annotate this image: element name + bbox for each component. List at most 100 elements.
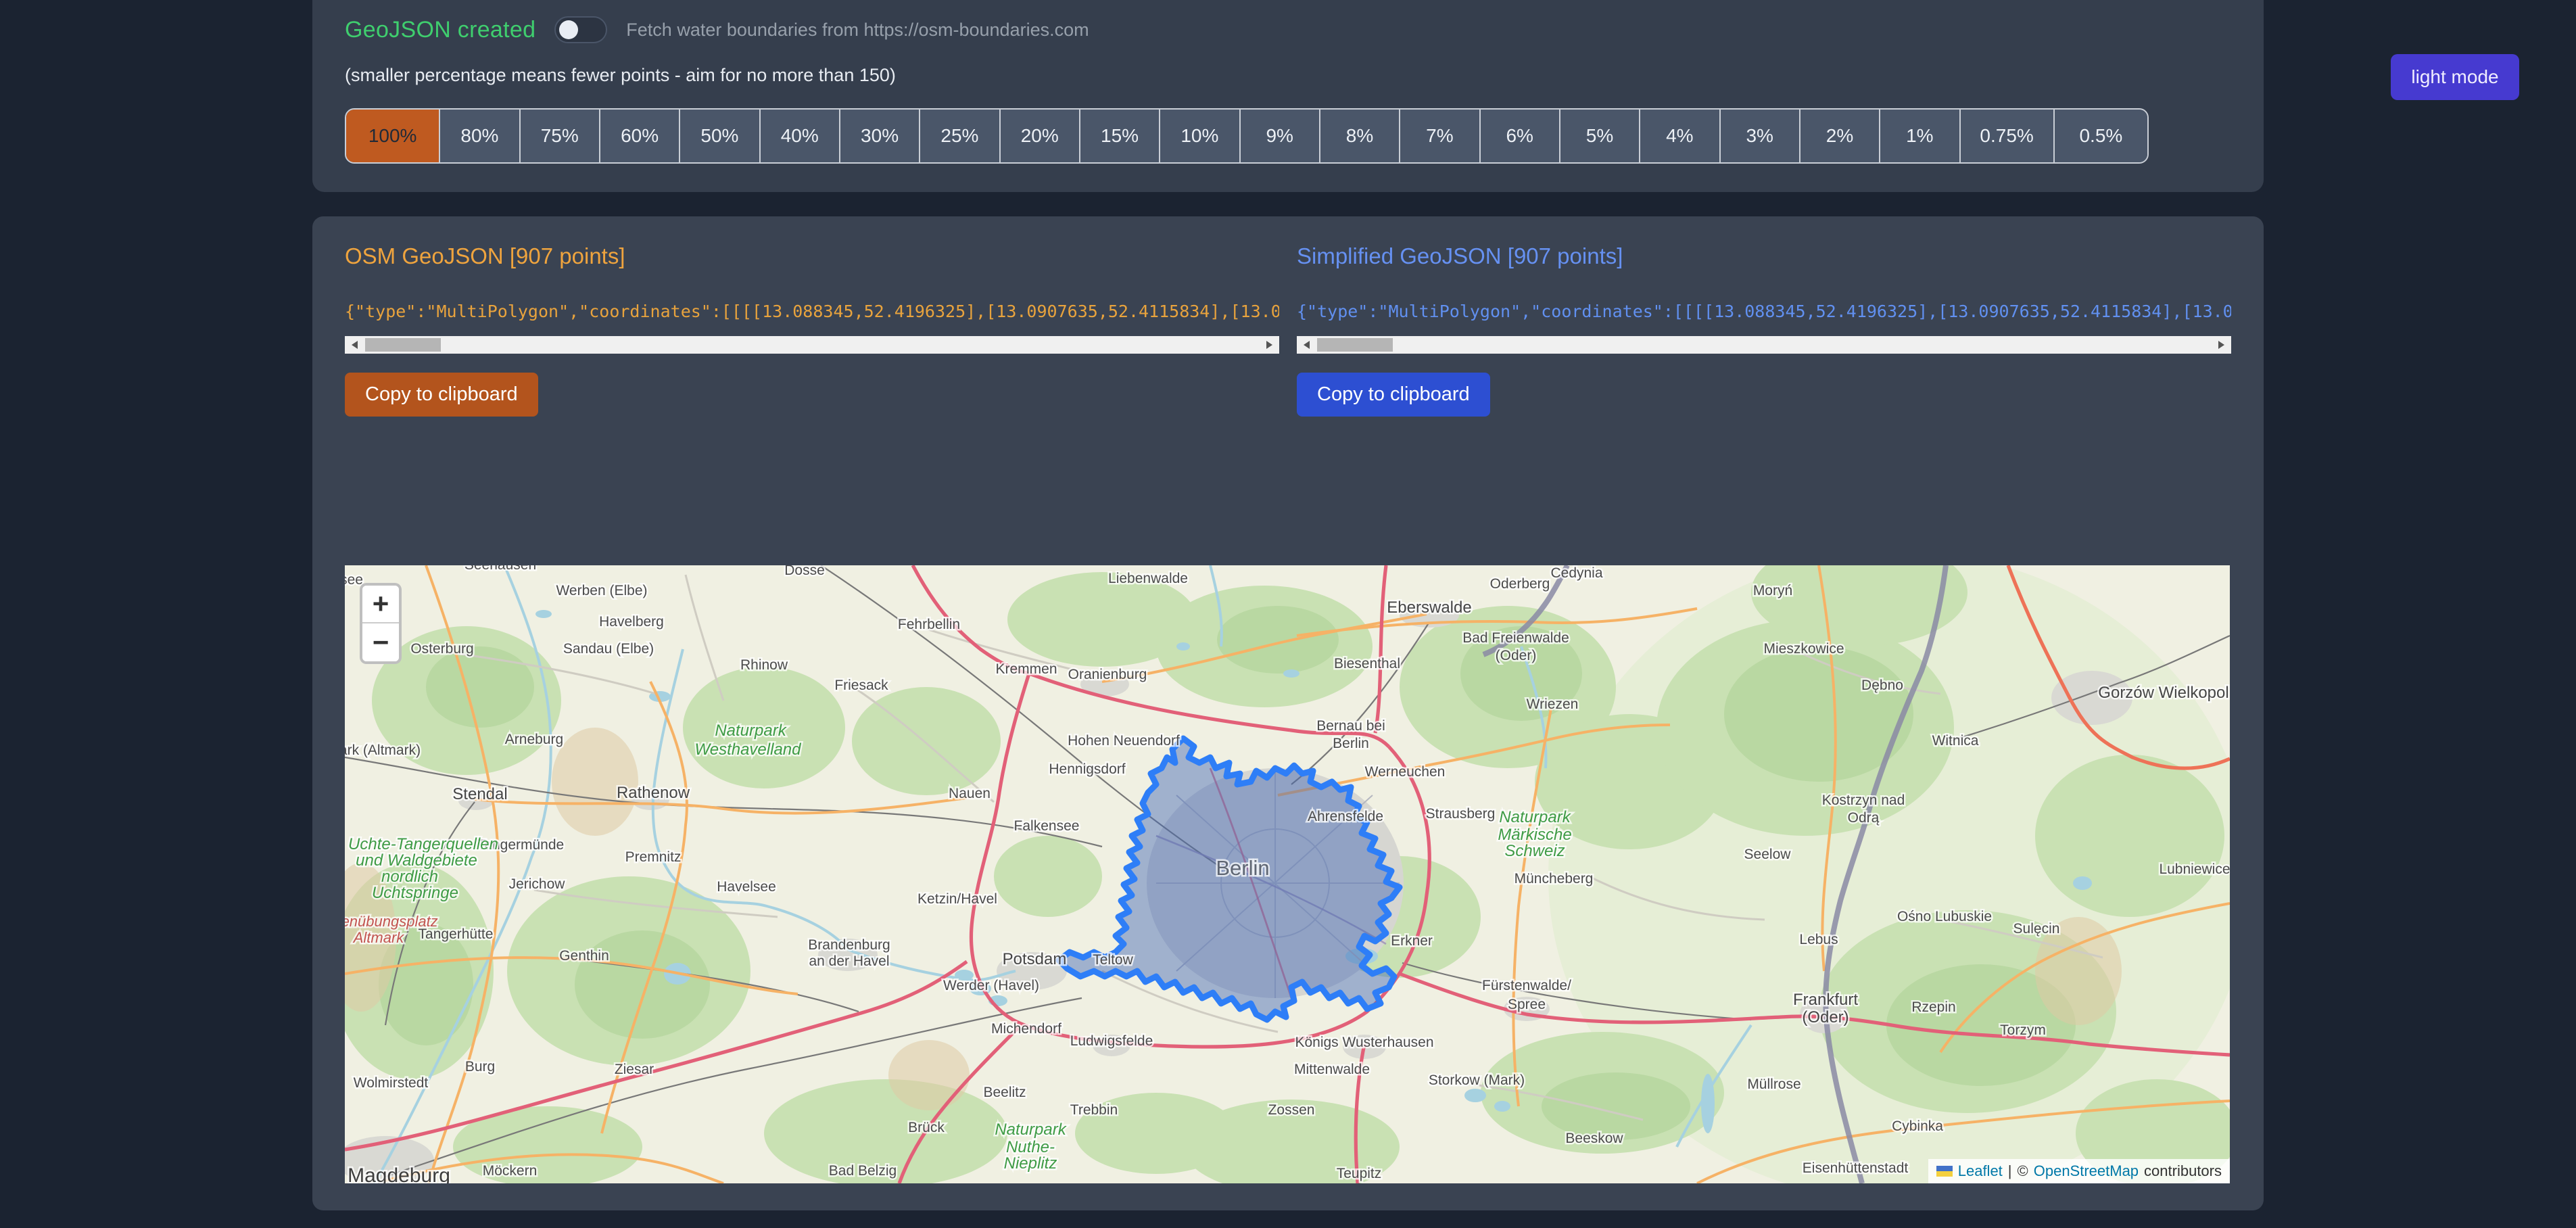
percent-option-6[interactable]: 6%: [1481, 110, 1560, 162]
svg-text:Tangerhütte: Tangerhütte: [419, 926, 494, 942]
percent-option-1[interactable]: 1%: [1880, 110, 1960, 162]
svg-text:Naturpark: Naturpark: [995, 1120, 1067, 1139]
leaflet-link[interactable]: Leaflet: [1958, 1162, 2003, 1180]
attribution-separator: |: [2008, 1162, 2012, 1180]
svg-text:Fürstenwalde/: Fürstenwalde/: [1482, 978, 1571, 993]
svg-text:Märkische: Märkische: [1498, 826, 1571, 844]
simplified-json-scrollbar[interactable]: [1297, 336, 2231, 354]
svg-text:Bad Belzig: Bad Belzig: [829, 1163, 897, 1179]
percent-option-9[interactable]: 9%: [1241, 110, 1320, 162]
settings-card: GeoJSON created Fetch water boundaries f…: [312, 0, 2264, 192]
percent-option-10[interactable]: 10%: [1160, 110, 1240, 162]
svg-text:Kremmen: Kremmen: [995, 661, 1057, 677]
percent-option-15[interactable]: 15%: [1080, 110, 1160, 162]
percent-option-7[interactable]: 7%: [1400, 110, 1480, 162]
svg-text:Möckern: Möckern: [483, 1163, 538, 1179]
svg-text:Ośno Lubuskie: Ośno Lubuskie: [1897, 909, 1992, 924]
svg-text:Michendorf: Michendorf: [991, 1021, 1062, 1037]
svg-text:Schweiz: Schweiz: [1504, 842, 1565, 860]
percent-option-3[interactable]: 3%: [1721, 110, 1800, 162]
svg-text:an der Havel: an der Havel: [809, 953, 889, 969]
svg-text:Werder (Havel): Werder (Havel): [943, 978, 1039, 993]
openstreetmap-link[interactable]: OpenStreetMap: [2034, 1162, 2139, 1180]
percent-option-75[interactable]: 75%: [521, 110, 600, 162]
svg-text:Havelberg: Havelberg: [599, 614, 664, 630]
svg-text:Rhinow: Rhinow: [740, 657, 788, 673]
svg-text:Witnica: Witnica: [1932, 733, 1979, 749]
simplified-geojson-title: Simplified GeoJSON [907 points]: [1297, 243, 2231, 269]
contributors-text: contributors: [2144, 1162, 2222, 1180]
percent-option-0_75[interactable]: 0.75%: [1961, 110, 2055, 162]
percent-option-2[interactable]: 2%: [1800, 110, 1880, 162]
zoom-in-button[interactable]: +: [362, 586, 399, 623]
svg-text:Dębno: Dębno: [1861, 678, 1903, 693]
osm-geojson-text: {"type":"MultiPolygon","coordinates":[[[…: [345, 302, 1279, 321]
light-mode-button[interactable]: light mode: [2391, 54, 2519, 100]
scroll-right-arrow-icon[interactable]: [2212, 336, 2230, 354]
svg-text:Genthin: Genthin: [559, 948, 609, 964]
percent-option-20[interactable]: 20%: [1001, 110, 1080, 162]
svg-text:Wriezen: Wriezen: [1527, 696, 1579, 712]
scrollbar-thumb[interactable]: [365, 338, 441, 352]
svg-text:Sulęcin: Sulęcin: [2013, 921, 2060, 937]
scrollbar-thumb[interactable]: [1317, 338, 1393, 352]
svg-text:Cedynia: Cedynia: [1550, 565, 1602, 581]
scroll-left-arrow-icon[interactable]: [1298, 336, 1316, 354]
svg-text:Brandenburg: Brandenburg: [808, 937, 890, 953]
percent-option-8[interactable]: 8%: [1320, 110, 1400, 162]
water-boundaries-toggle-label: Fetch water boundaries from https://osm-…: [626, 20, 1089, 41]
percent-option-60[interactable]: 60%: [600, 110, 680, 162]
svg-text:Beeskow: Beeskow: [1565, 1131, 1623, 1146]
percent-option-50[interactable]: 50%: [680, 110, 760, 162]
svg-text:Strausberg: Strausberg: [1426, 806, 1496, 822]
svg-text:Naturpark: Naturpark: [1499, 808, 1571, 826]
svg-text:Stendal: Stendal: [452, 785, 507, 803]
svg-text:Brück: Brück: [908, 1120, 945, 1135]
leaflet-map[interactable]: seeSeehausenDosseWerben (Elbe)HavelbergO…: [345, 565, 2230, 1183]
svg-text:Potsdam: Potsdam: [1003, 950, 1067, 968]
svg-text:Magdeburg: Magdeburg: [348, 1164, 450, 1183]
svg-text:Cybinka: Cybinka: [1892, 1118, 1943, 1134]
svg-text:Oderberg: Oderberg: [1490, 576, 1550, 592]
percent-option-40[interactable]: 40%: [761, 110, 840, 162]
percent-option-25[interactable]: 25%: [920, 110, 1000, 162]
svg-text:(Oder): (Oder): [1496, 648, 1537, 663]
svg-text:Trebbin: Trebbin: [1070, 1102, 1118, 1118]
simplified-geojson-panel: Simplified GeoJSON [907 points] {"type":…: [1297, 243, 2231, 417]
svg-text:Torzym: Torzym: [2000, 1022, 2046, 1038]
percent-option-100[interactable]: 100%: [346, 110, 440, 162]
scroll-left-arrow-icon[interactable]: [346, 336, 364, 354]
percent-option-5[interactable]: 5%: [1560, 110, 1640, 162]
svg-text:Spree: Spree: [1508, 997, 1546, 1012]
svg-text:ark (Altmark): ark (Altmark): [345, 742, 421, 758]
svg-text:Westhavelland: Westhavelland: [695, 740, 802, 759]
percent-option-0_5[interactable]: 0.5%: [2055, 110, 2147, 162]
svg-text:Beelitz: Beelitz: [983, 1085, 1026, 1100]
percent-option-4[interactable]: 4%: [1640, 110, 1720, 162]
svg-text:Müllrose: Müllrose: [1747, 1077, 1800, 1092]
svg-text:Odrą: Odrą: [1848, 810, 1880, 826]
osm-json-scrollbar[interactable]: [345, 336, 1279, 354]
svg-text:Falkensee: Falkensee: [1014, 818, 1080, 834]
copy-osm-geojson-button[interactable]: Copy to clipboard: [345, 373, 538, 417]
svg-text:Eisenhüttenstadt: Eisenhüttenstadt: [1803, 1160, 1909, 1176]
map-zoom-control: + −: [360, 583, 402, 664]
svg-text:Lubniewice: Lubniewice: [2159, 861, 2230, 877]
copy-simplified-geojson-button[interactable]: Copy to clipboard: [1297, 373, 1490, 417]
svg-text:Müncheberg: Müncheberg: [1514, 871, 1594, 887]
percent-option-30[interactable]: 30%: [840, 110, 920, 162]
copyright-symbol: ©: [2018, 1162, 2028, 1180]
ukraine-flag-icon: [1936, 1166, 1953, 1177]
zoom-out-button[interactable]: −: [362, 623, 399, 661]
svg-text:Seelow: Seelow: [1744, 847, 1792, 862]
water-boundaries-toggle[interactable]: [554, 16, 607, 43]
svg-text:Teupitz: Teupitz: [1337, 1166, 1382, 1181]
map-attribution: Leaflet | © OpenStreetMap contributors: [1928, 1159, 2230, 1183]
svg-text:Nuthe-: Nuthe-: [1006, 1138, 1055, 1156]
percent-option-80[interactable]: 80%: [440, 110, 520, 162]
svg-text:Naturpark: Naturpark: [715, 722, 787, 740]
svg-text:nordlich: nordlich: [381, 868, 438, 886]
svg-text:Uchtspringe: Uchtspringe: [372, 884, 458, 902]
scroll-right-arrow-icon[interactable]: [1260, 336, 1278, 354]
svg-text:Nieplitz: Nieplitz: [1004, 1154, 1057, 1173]
